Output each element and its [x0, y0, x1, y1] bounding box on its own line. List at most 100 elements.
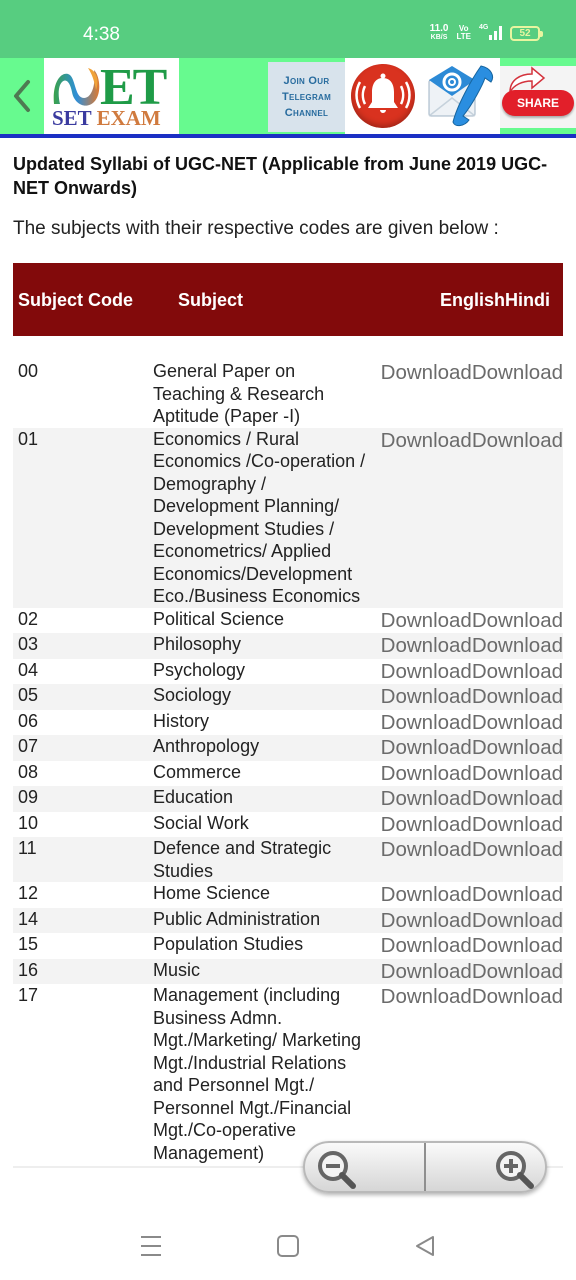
table-row: 06 History Download Download: [13, 710, 563, 736]
logo-subtitle: SET EXAM: [52, 106, 161, 130]
share-button[interactable]: SHARE: [500, 66, 576, 128]
download-links: Download Download: [368, 786, 563, 812]
subject-code: 15: [18, 934, 39, 954]
download-english-link[interactable]: Download: [381, 735, 472, 761]
download-links: Download Download: [368, 812, 563, 838]
battery-icon: 52: [510, 25, 543, 41]
notification-button[interactable]: [351, 64, 415, 128]
download-links: Download Download: [368, 761, 563, 787]
join-telegram-button[interactable]: Join Our Telegram Channel: [268, 62, 345, 132]
subject-code: 17: [18, 985, 39, 1005]
header-icons-panel: [345, 58, 500, 134]
download-english-link[interactable]: Download: [381, 608, 472, 634]
contact-button[interactable]: [425, 62, 497, 130]
system-back-button[interactable]: [413, 1234, 437, 1258]
download-hindi-link[interactable]: Download: [472, 812, 563, 838]
subject-name: Sociology: [153, 685, 232, 705]
subject-code: 07: [18, 736, 39, 756]
table-header: Subject Code Subject EnglishHindi: [13, 263, 563, 336]
subject-name: Psychology: [153, 659, 246, 680]
download-links: Download Download: [368, 684, 563, 710]
download-links: Download Download: [368, 984, 563, 1164]
download-english-link[interactable]: Download: [381, 933, 472, 959]
subject-name: General Paper on Teaching & Research Apt…: [153, 361, 325, 426]
download-links: Download Download: [368, 710, 563, 736]
zoom-divider: [424, 1143, 426, 1191]
subject-name: Anthropology: [153, 736, 260, 756]
subject-name: Political Science: [153, 608, 285, 629]
net-set-exam-logo[interactable]: ET SET EXAM: [44, 58, 179, 134]
download-english-link[interactable]: Download: [381, 428, 472, 608]
download-english-link[interactable]: Download: [381, 959, 472, 985]
logo-wave-icon: [53, 68, 100, 106]
subject-code: 02: [18, 608, 39, 629]
download-hindi-link[interactable]: Download: [472, 735, 563, 761]
download-hindi-link[interactable]: Download: [472, 933, 563, 959]
subject-name: Management (including Business Admn. Mgt…: [153, 985, 362, 1163]
table-row: 15 Population Studies Download Download: [13, 933, 563, 959]
subject-code: 16: [18, 959, 39, 980]
download-hindi-link[interactable]: Download: [472, 428, 563, 608]
download-english-link[interactable]: Download: [381, 984, 472, 1164]
download-hindi-link[interactable]: Download: [472, 959, 563, 985]
download-links: Download Download: [368, 659, 563, 685]
download-links: Download Download: [368, 633, 563, 659]
zoom-out-button[interactable]: [315, 1149, 365, 1189]
subject-code: 12: [18, 883, 39, 903]
download-english-link[interactable]: Download: [381, 659, 472, 685]
download-hindi-link[interactable]: Download: [472, 360, 563, 428]
download-english-link[interactable]: Download: [381, 908, 472, 934]
subject-code: 14: [18, 908, 39, 929]
subject-code: 03: [18, 634, 39, 654]
table-row: 12 Home Science Download Download: [13, 882, 563, 908]
download-hindi-link[interactable]: Download: [472, 684, 563, 710]
zoom-in-button[interactable]: [489, 1149, 539, 1189]
table-row: 05 Sociology Download Download: [13, 684, 563, 710]
table-row: 03 Philosophy Download Download: [13, 633, 563, 659]
subject-name: Commerce: [153, 761, 242, 782]
network-speed: 11.0 KB/S: [429, 23, 449, 42]
download-links: Download Download: [368, 933, 563, 959]
download-english-link[interactable]: Download: [381, 761, 472, 787]
download-english-link[interactable]: Download: [381, 360, 472, 428]
download-english-link[interactable]: Download: [381, 633, 472, 659]
download-hindi-link[interactable]: Download: [472, 608, 563, 634]
download-hindi-link[interactable]: Download: [472, 710, 563, 736]
download-english-link[interactable]: Download: [381, 684, 472, 710]
menu-icon: [141, 1236, 161, 1256]
subject-name: History: [153, 710, 210, 731]
table-row: 00 General Paper on Teaching & Research A…: [13, 360, 563, 428]
download-hindi-link[interactable]: Download: [472, 837, 563, 882]
table-row: 08 Commerce Download Download: [13, 761, 563, 787]
download-hindi-link[interactable]: Download: [472, 908, 563, 934]
download-hindi-link[interactable]: Download: [472, 659, 563, 685]
bell-icon: [355, 73, 411, 113]
table-row: 04 Psychology Download Download: [13, 659, 563, 685]
recent-apps-button[interactable]: [139, 1234, 163, 1258]
app-header: ET SET EXAM Join Our Telegram Channel SH…: [0, 58, 576, 135]
download-hindi-link[interactable]: Download: [472, 882, 563, 908]
download-english-link[interactable]: Download: [381, 812, 472, 838]
download-english-link[interactable]: Download: [381, 786, 472, 812]
status-indicators: 11.0 KB/S Vo LTE 4G 52: [429, 23, 543, 42]
download-english-link[interactable]: Download: [381, 710, 472, 736]
table-row: 14 Public Administration Download Download: [13, 907, 563, 934]
back-button[interactable]: [8, 74, 36, 118]
download-hindi-link[interactable]: Download: [472, 984, 563, 1164]
table-row: 01 Economics / Rural Economics /Co-operat…: [13, 427, 563, 608]
subject-name: Philosophy: [153, 634, 242, 654]
back-triangle-icon: [416, 1236, 434, 1256]
download-english-link[interactable]: Download: [381, 882, 472, 908]
download-hindi-link[interactable]: Download: [472, 761, 563, 787]
subject-name: Public Administration: [153, 908, 321, 929]
download-english-link[interactable]: Download: [381, 837, 472, 882]
table-row: 10 Social Work Download Download: [13, 812, 563, 838]
volte-icon: Vo LTE: [456, 24, 471, 41]
system-nav-bar: [0, 1212, 576, 1280]
download-hindi-link[interactable]: Download: [472, 786, 563, 812]
column-header-code: Subject Code: [18, 290, 134, 310]
home-button[interactable]: [277, 1235, 299, 1257]
download-hindi-link[interactable]: Download: [472, 633, 563, 659]
subject-code: 05: [18, 685, 39, 705]
table-row: 09 Education Download Download: [13, 786, 563, 812]
